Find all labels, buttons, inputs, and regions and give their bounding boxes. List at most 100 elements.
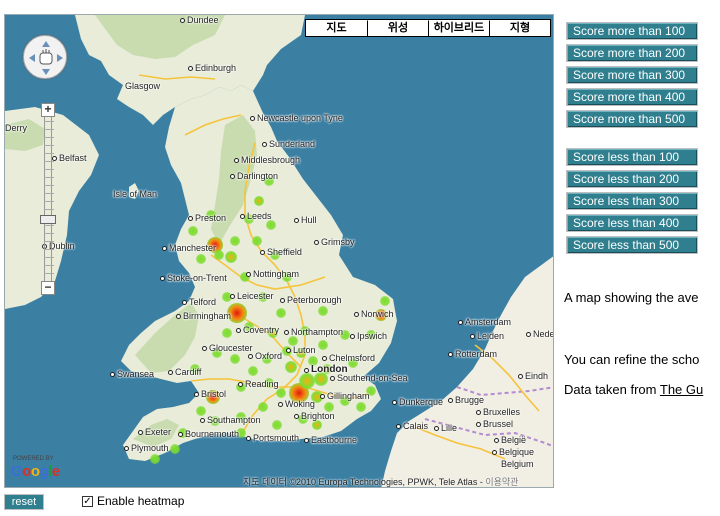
map-type-hybrid-button[interactable]: 하이브리드 <box>428 20 489 36</box>
google-logo[interactable]: POWERED BY Google <box>11 456 60 480</box>
score-less-500-button[interactable]: Score less than 500 <box>566 236 698 254</box>
city-marker <box>160 276 165 281</box>
place-label: Belfast <box>59 153 87 163</box>
zoom-tick <box>44 121 54 122</box>
place-label: Cardiff <box>175 367 202 377</box>
map-type-map-button[interactable]: 지도 <box>306 20 367 36</box>
place-label: Eastbourne <box>311 435 358 445</box>
city-marker <box>180 18 185 23</box>
heatmap-toggle[interactable]: ✓ Enable heatmap <box>82 494 184 508</box>
place-label: Sheffield <box>267 247 302 257</box>
place-label: België <box>501 435 527 445</box>
place-label: Northampton <box>291 327 344 337</box>
city-marker <box>234 158 239 163</box>
place-label: Exeter <box>145 427 172 437</box>
score-more-400-button[interactable]: Score more than 400 <box>566 88 698 106</box>
place-label: Southampton <box>207 415 261 425</box>
city-marker <box>476 422 481 427</box>
reset-button[interactable]: reset <box>4 494 44 510</box>
score-less-300-button[interactable]: Score less than 300 <box>566 192 698 210</box>
city-marker <box>470 334 475 339</box>
zoom-tick <box>44 273 54 274</box>
place-label: Swansea <box>117 369 155 379</box>
heatmap-point <box>196 254 206 264</box>
score-more-300-button[interactable]: Score more than 300 <box>566 66 698 84</box>
city-marker <box>294 414 299 419</box>
zoom-in-button[interactable]: + <box>41 103 55 117</box>
zoom-slider-rail[interactable] <box>44 117 54 281</box>
heatmap-point <box>196 406 206 416</box>
source-text: Data taken from The Gu <box>564 382 703 397</box>
zoom-control: + − <box>40 103 56 295</box>
city-marker <box>240 214 245 219</box>
place-label: Darlington <box>237 171 279 181</box>
city-marker <box>188 216 193 221</box>
city-marker <box>278 402 283 407</box>
heatmap-point <box>258 402 268 412</box>
zoom-tick <box>44 257 54 258</box>
place-label: Eindh <box>525 371 549 381</box>
score-more-200-button[interactable]: Score more than 200 <box>566 44 698 62</box>
city-marker <box>246 436 251 441</box>
zoom-tick <box>44 185 54 186</box>
place-label: Norwich <box>361 309 394 319</box>
city-marker <box>238 382 243 387</box>
terms-link[interactable]: 이용약관 <box>485 477 518 487</box>
city-marker <box>492 450 497 455</box>
google-logo-text: Google <box>11 463 60 480</box>
heatmap-point <box>356 402 366 412</box>
place-label: Dundee <box>187 15 219 25</box>
place-label: Gloucester <box>209 343 253 353</box>
place-label: Oxford <box>255 351 283 361</box>
map-attribution: 지도 데이터 ©2010 Europa Technologies, PPWK, … <box>243 475 518 487</box>
logo-letter: o <box>22 463 31 480</box>
place-label: Reading <box>245 379 279 389</box>
place-label: Edinburgh <box>195 63 237 73</box>
map-type-satellite-button[interactable]: 위성 <box>367 20 428 36</box>
score-less-200-button[interactable]: Score less than 200 <box>566 170 698 188</box>
heatmap-point <box>276 388 286 398</box>
city-marker <box>262 142 267 147</box>
city-marker <box>284 330 289 335</box>
zoom-out-button[interactable]: − <box>41 281 55 295</box>
score-less-100-button[interactable]: Score less than 100 <box>566 148 698 166</box>
place-label: Belgium <box>501 459 534 469</box>
place-label: Bruxelles <box>483 407 521 417</box>
source-link[interactable]: The Gu <box>660 382 703 397</box>
map-canvas[interactable]: Dundee Edinburgh Glasgow Newcastle upon Tyn… <box>4 14 554 488</box>
place-label: Preston <box>195 213 227 223</box>
city-marker <box>138 430 143 435</box>
place-label: Calais <box>403 421 429 431</box>
score-more-500-button[interactable]: Score more than 500 <box>566 110 698 128</box>
heatmap-point <box>299 373 315 389</box>
city-marker <box>494 438 499 443</box>
heatmap-label: Enable heatmap <box>97 494 185 508</box>
heatmap-checkbox[interactable]: ✓ <box>82 495 93 507</box>
city-marker <box>314 240 319 245</box>
zoom-slider-thumb[interactable] <box>40 215 56 224</box>
heatmap-point <box>252 236 262 246</box>
city-marker <box>246 272 251 277</box>
city-marker <box>458 320 463 325</box>
score-more-100-button[interactable]: Score more than 100 <box>566 22 698 40</box>
score-less-400-button[interactable]: Score less than 400 <box>566 214 698 232</box>
place-label: Dunkerque <box>399 397 444 407</box>
place-label: Newcastle upon Tyne <box>257 113 343 123</box>
heatmap-point <box>170 444 180 454</box>
heatmap-point <box>312 420 322 430</box>
city-marker <box>168 370 173 375</box>
city-marker <box>194 392 199 397</box>
place-label: Grimsby <box>321 237 355 247</box>
zoom-tick <box>44 129 54 130</box>
place-label: Brussel <box>483 419 514 429</box>
place-label: Portsmouth <box>253 433 300 443</box>
city-marker <box>110 372 115 377</box>
place-label: Lille <box>441 423 458 433</box>
heatmap-point <box>188 226 198 236</box>
place-label: Gillingham <box>327 391 370 401</box>
pan-control[interactable] <box>23 35 67 79</box>
heatmap-point <box>266 220 276 230</box>
map-type-terrain-button[interactable]: 지형 <box>489 20 550 36</box>
place-label: Brugge <box>455 395 485 405</box>
place-label: Manchester <box>169 243 217 253</box>
